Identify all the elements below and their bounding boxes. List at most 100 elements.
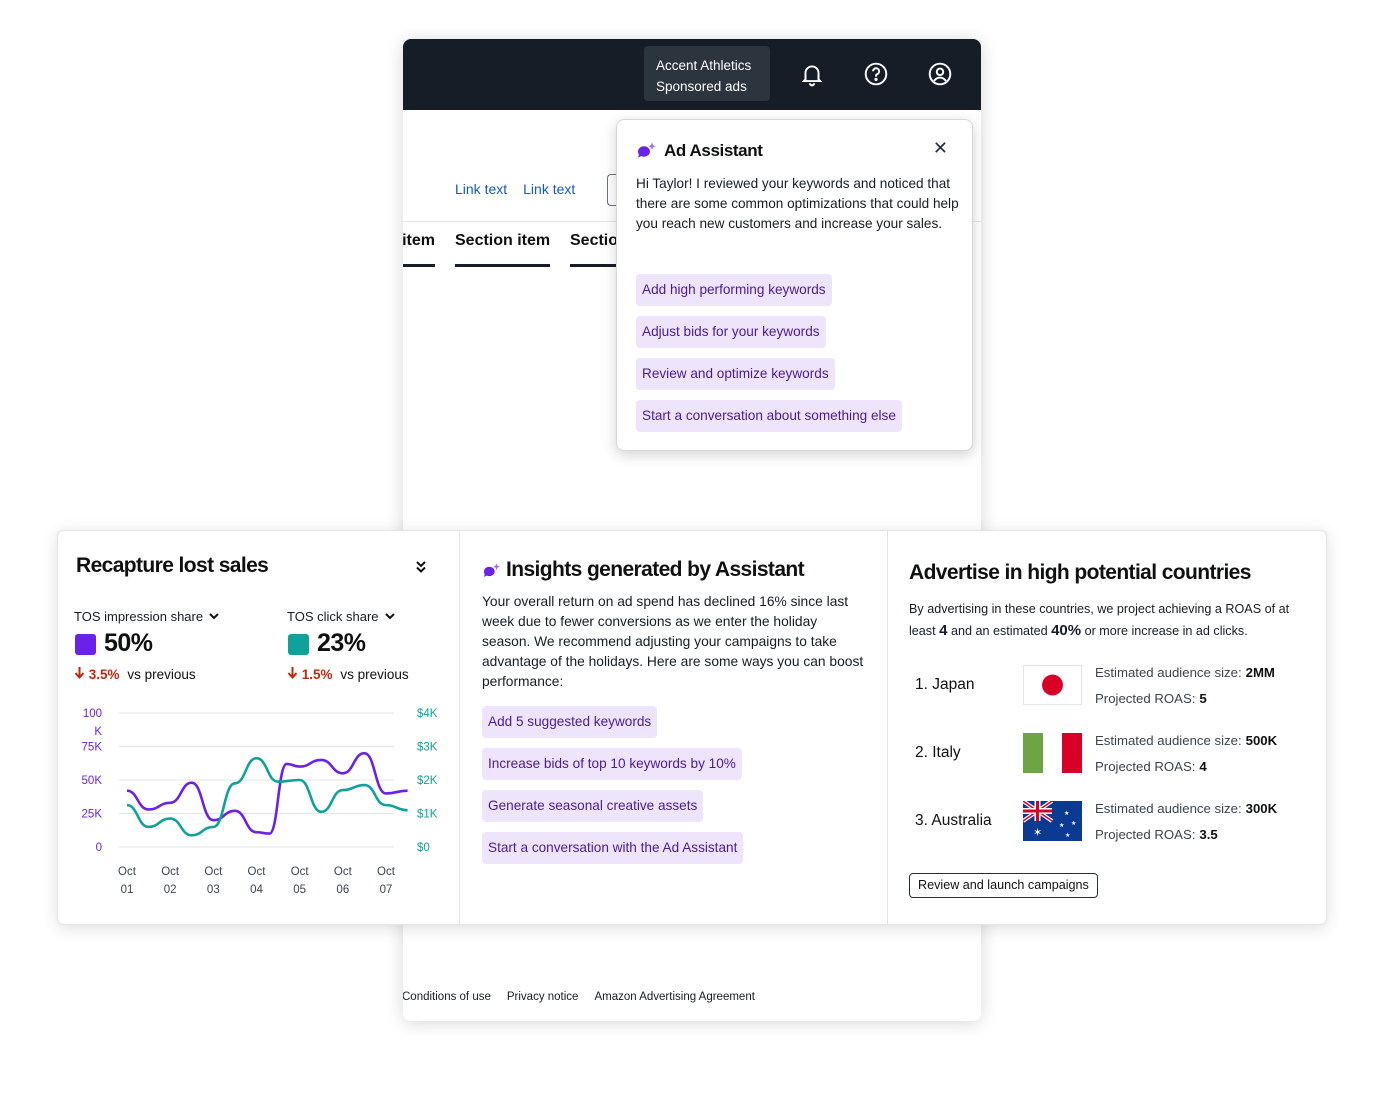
recapture-title: Recapture lost sales [76, 554, 269, 577]
insight-chip-creative-assets[interactable]: Generate seasonal creative assets [482, 790, 704, 822]
x-axis-tick-label: Oct [161, 866, 180, 878]
roas-value: 4 [1199, 759, 1207, 774]
suggestion-chip-start-conversation[interactable]: Start a conversation about something els… [636, 400, 902, 432]
y-axis-left-tick-label: 50K [82, 775, 103, 787]
metric-impression-share-selector[interactable]: TOS impression share [74, 609, 219, 624]
x-axis-tick-label: 04 [250, 884, 263, 896]
impression-delta: 3.5% vs previous [74, 666, 196, 682]
audience-value: 2MM [1245, 665, 1275, 680]
australia-flag-icon: ✶ ★ ★ ★ ★ [1023, 801, 1082, 841]
close-icon[interactable]: ✕ [933, 138, 948, 159]
x-axis-tick-label: Oct [204, 866, 223, 878]
suggestion-chip-review-keywords[interactable]: Review and optimize keywords [636, 358, 835, 390]
y-axis-right-tick-label: $1K [417, 809, 438, 821]
impression-value: 50% [104, 629, 153, 657]
x-axis-tick-label: Oct [118, 866, 137, 878]
country-name-australia: 3. Australia [915, 812, 992, 829]
arrow-down-icon [74, 667, 85, 680]
x-axis-tick-label: Oct [291, 866, 310, 878]
chevron-down-icon [384, 613, 395, 620]
insight-chip-increase-bids[interactable]: Increase bids of top 10 keywords by 10% [482, 748, 742, 780]
svg-text:★: ★ [1071, 820, 1076, 827]
audience-label: Estimated audience size: [1095, 665, 1242, 680]
click-share-delta: 1.5% vs previous [287, 666, 409, 682]
series-line-impression-share [126, 751, 408, 835]
panel-divider [459, 531, 460, 924]
click-share-swatch [288, 634, 309, 655]
countries-message: By advertising in these countries, we pr… [909, 598, 1319, 642]
help-icon[interactable] [863, 61, 889, 87]
link-row: Link text Link text [455, 181, 591, 197]
footer-conditions-link[interactable]: Conditions of use [403, 991, 491, 1003]
click-share-delta-text: vs previous [340, 667, 409, 682]
metric-impression-label: TOS impression share [74, 609, 204, 624]
australia-audience: Estimated audience size: 300K [1095, 801, 1277, 816]
audience-value: 300K [1245, 801, 1278, 816]
countries-message-roas: 4 [939, 622, 948, 639]
assistant-chat-icon [637, 142, 656, 158]
suggestion-chip-add-keywords[interactable]: Add high performing keywords [636, 274, 832, 306]
tab-item[interactable]: item [403, 232, 435, 267]
assistant-title: Ad Assistant [664, 141, 763, 160]
countries-message-text: or more increase in ad clicks. [1084, 624, 1248, 638]
suggestion-chip-adjust-bids[interactable]: Adjust bids for your keywords [636, 316, 826, 348]
link-2[interactable]: Link text [523, 181, 575, 197]
audience-label: Estimated audience size: [1095, 733, 1242, 748]
y-axis-right-tick-label: $4K [417, 708, 438, 720]
svg-text:★: ★ [1064, 810, 1069, 817]
account-name: Accent Athletics [656, 58, 752, 73]
y-axis-right-tick-label: $3K [417, 742, 438, 754]
countries-message-text: and an estimated [950, 624, 1048, 638]
account-product: Sponsored ads [656, 79, 747, 94]
roas-value: 5 [1199, 691, 1207, 706]
australia-roas: Projected ROAS: 3.5 [1095, 827, 1218, 842]
arrow-down-icon [287, 667, 298, 680]
footer-agreement-link[interactable]: Amazon Advertising Agreement [594, 991, 754, 1003]
link-1[interactable]: Link text [455, 181, 507, 197]
countries-message-percent: 40% [1051, 622, 1082, 639]
chevron-double-down-icon[interactable] [415, 560, 427, 574]
insight-chip-suggested-keywords[interactable]: Add 5 suggested keywords [482, 706, 658, 738]
x-axis-tick-label: 05 [293, 884, 306, 896]
y-axis-left-tick-label: 100 [83, 708, 102, 720]
series-line-click-share [126, 756, 408, 837]
tab-section-item[interactable]: Section item [455, 232, 550, 267]
y-axis-left-tick-label: 0 [96, 842, 102, 854]
x-axis-tick-label: 02 [164, 884, 177, 896]
japan-roas: Projected ROAS: 5 [1095, 691, 1207, 706]
footer-privacy-link[interactable]: Privacy notice [507, 991, 579, 1003]
x-axis-tick-label: Oct [248, 866, 267, 878]
y-axis-left-tick-label: 25K [82, 809, 103, 821]
italy-roas: Projected ROAS: 4 [1095, 759, 1207, 774]
metric-click-share-selector[interactable]: TOS click share [287, 609, 395, 624]
x-axis-tick-label: 06 [336, 884, 349, 896]
country-name-italy: 2. Italy [915, 744, 961, 761]
insights-title: Insights generated by Assistant [506, 558, 805, 581]
metric-click-label: TOS click share [287, 609, 379, 624]
svg-text:★: ★ [1065, 832, 1070, 839]
impression-delta-value: 3.5% [88, 667, 120, 682]
trend-line-chart: 100 K $4K 75K $3K 50K $2K 25K $1K 0 $0 Oct 01 Oct 02 Oc… [82, 708, 438, 896]
click-share-delta-value: 1.5% [301, 667, 333, 682]
insight-chip-start-conversation[interactable]: Start a conversation with the Ad Assista… [482, 832, 744, 864]
country-name-japan: 1. Japan [915, 676, 975, 693]
bell-icon[interactable] [799, 61, 825, 87]
x-axis-tick-label: 07 [380, 884, 393, 896]
japan-flag-icon [1023, 665, 1082, 705]
assistant-message: Hi Taylor! I reviewed your keywords and … [636, 176, 959, 231]
roas-value: 3.5 [1199, 827, 1218, 842]
ad-assistant-popover: Ad Assistant ✕ Hi Taylor! I reviewed you… [616, 119, 973, 451]
italy-flag-icon [1023, 733, 1082, 773]
review-launch-campaigns-button[interactable]: Review and launch campaigns [909, 873, 1098, 898]
assistant-chat-icon [483, 563, 500, 577]
svg-text:★: ★ [1059, 822, 1064, 829]
japan-audience: Estimated audience size: 2MM [1095, 665, 1275, 680]
x-axis-tick-label: Oct [334, 866, 353, 878]
account-icon[interactable] [927, 61, 953, 87]
account-switcher[interactable]: Accent Athletics Sponsored ads [644, 46, 770, 101]
y-axis-left-tick-label: 75K [82, 742, 103, 754]
y-axis-right-tick-label: $0 [417, 842, 430, 854]
impression-swatch [75, 634, 96, 655]
audience-value: 500K [1245, 733, 1278, 748]
countries-title: Advertise in high potential countries [909, 561, 1251, 584]
